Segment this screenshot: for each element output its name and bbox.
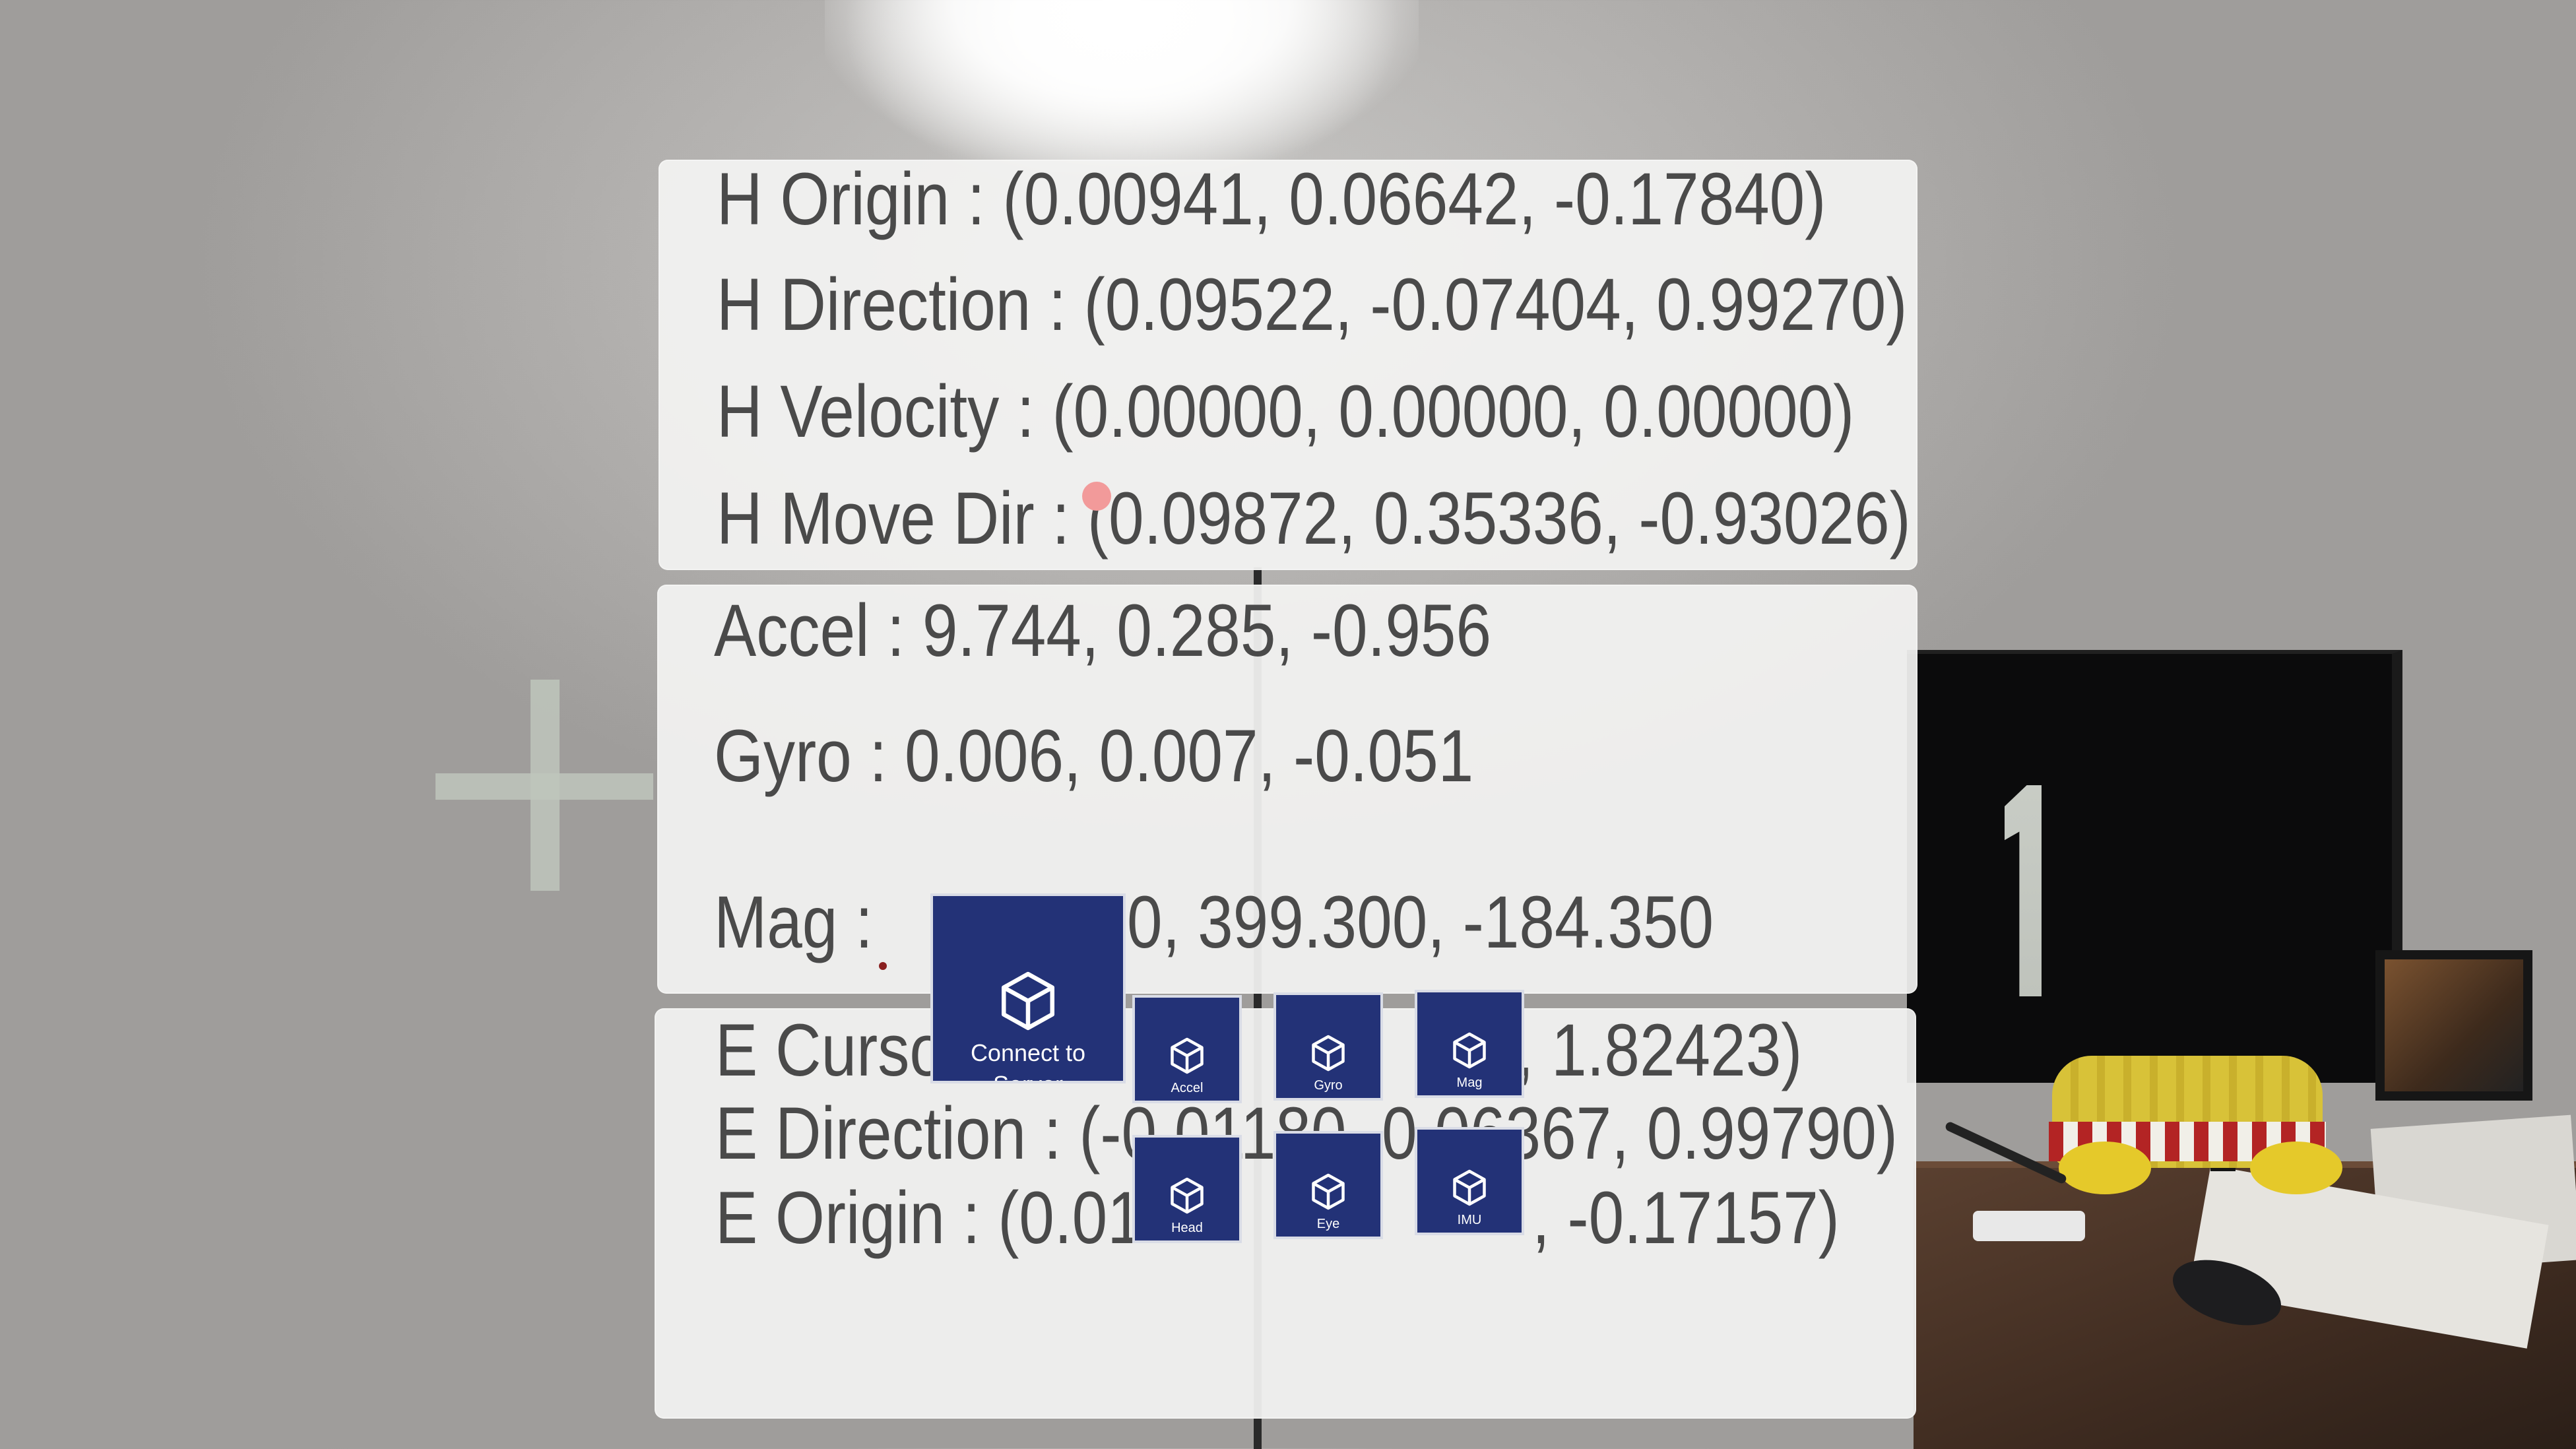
- head-direction-text: H Direction : (0.09522, -0.07404, 0.9927…: [717, 263, 1908, 346]
- cube-icon: [1312, 1035, 1345, 1072]
- gyro-text: Gyro : 0.006, 0.007, -0.051: [714, 715, 1474, 797]
- mag-label-text: Mag :: [714, 881, 873, 963]
- eye-origin-value: , -0.17157): [1532, 1176, 1840, 1259]
- eye-button-label: Eye: [1316, 1217, 1340, 1231]
- cube-icon: [1171, 1177, 1204, 1214]
- spatial-reticle-horizontal: [435, 773, 653, 800]
- gaze-pointer-dot: [1082, 482, 1111, 511]
- eye-cursor-label: E Curso: [715, 1009, 945, 1091]
- ceiling-light: [825, 0, 1419, 172]
- mag-button-label: Mag: [1456, 1076, 1483, 1090]
- cube-icon: [1001, 971, 1055, 1031]
- head-tracking-panel: H Origin : (0.00941, 0.06642, -0.17840) …: [659, 160, 1917, 570]
- cube-icon: [1453, 1169, 1486, 1206]
- imu-button[interactable]: IMU: [1415, 1127, 1524, 1235]
- desk-device: [1973, 1211, 2085, 1241]
- imu-panel: Accel : 9.744, 0.285, -0.956 Gyro : 0.00…: [657, 585, 1917, 994]
- plush-toy-foot: [2250, 1142, 2342, 1194]
- mag-value-text: 0, 399.300, -184.350: [1127, 881, 1714, 963]
- picture-frame: [2375, 950, 2532, 1101]
- plush-toy-foot: [2059, 1142, 2151, 1194]
- connect-to-server-button[interactable]: Connect to Server: [930, 893, 1126, 1083]
- accel-button[interactable]: Accel: [1132, 995, 1242, 1103]
- eye-cursor-value: 8, 1.82423): [1481, 1009, 1803, 1091]
- monitor: [1907, 650, 2402, 1083]
- eye-button[interactable]: Eye: [1273, 1131, 1383, 1239]
- accel-text: Accel : 9.744, 0.285, -0.956: [714, 589, 1492, 672]
- mag-button[interactable]: Mag: [1415, 990, 1524, 1098]
- cube-icon: [1171, 1037, 1204, 1074]
- head-button-label: Head: [1171, 1221, 1203, 1235]
- gyro-button[interactable]: Gyro: [1273, 992, 1383, 1101]
- accel-button-label: Accel: [1171, 1081, 1204, 1095]
- marker-dot: [879, 962, 887, 970]
- cube-icon: [1453, 1032, 1486, 1069]
- gyro-button-label: Gyro: [1314, 1078, 1343, 1093]
- eye-origin-label: E Origin : (0.01: [715, 1176, 1143, 1259]
- head-velocity-text: H Velocity : (0.00000, 0.00000, 0.00000): [717, 370, 1855, 453]
- head-origin-text: H Origin : (0.00941, 0.06642, -0.17840): [717, 158, 1826, 240]
- cube-icon: [1312, 1173, 1345, 1210]
- head-button[interactable]: Head: [1132, 1135, 1242, 1243]
- head-move-dir-text: H Move Dir : (0.09872, 0.35336, -0.93026…: [717, 477, 1911, 560]
- imu-button-label: IMU: [1457, 1213, 1482, 1227]
- connect-to-server-label: Connect to Server: [970, 1039, 1086, 1081]
